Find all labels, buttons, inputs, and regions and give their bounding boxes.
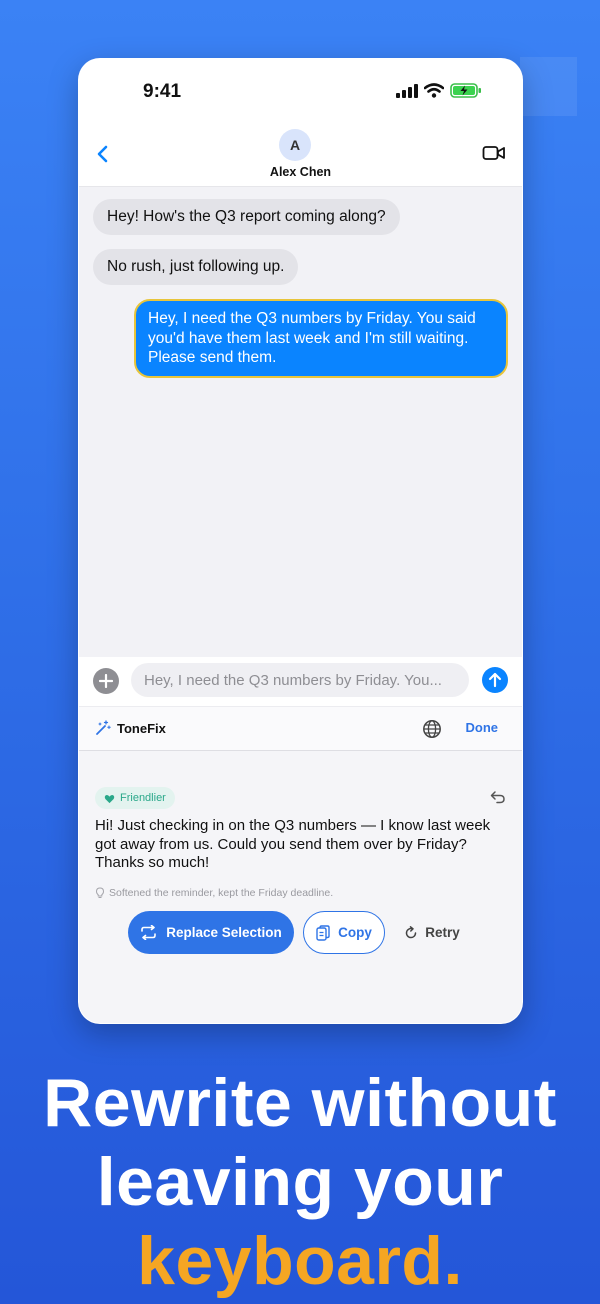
avatar[interactable]: A [279, 129, 311, 161]
arrow-up-icon [488, 672, 502, 688]
swap-icon [141, 925, 157, 940]
tonefix-brand: ToneFix [95, 720, 166, 736]
retry-icon [405, 925, 417, 938]
attach-button[interactable] [93, 668, 119, 694]
keyboard-toolbar: ToneFix Done [79, 707, 522, 751]
headline-line-2: leaving your [96, 1144, 504, 1220]
undo-button[interactable] [490, 789, 506, 805]
copy-label: Copy [338, 925, 372, 940]
done-button[interactable]: Done [466, 720, 499, 735]
replace-selection-label: Replace Selection [166, 925, 282, 940]
heart-hands-icon [104, 794, 115, 803]
message-list: Hey! How's the Q3 report coming along? N… [79, 187, 522, 657]
replace-selection-button[interactable]: Replace Selection [128, 911, 294, 954]
contact-name[interactable]: Alex Chen [79, 165, 522, 179]
rewrite-text: Hi! Just checking in on the Q3 numbers —… [95, 817, 491, 871]
message-incoming[interactable]: No rush, just following up. [93, 249, 299, 285]
plus-icon [99, 674, 113, 688]
wifi-icon [424, 83, 444, 98]
status-icons [396, 83, 482, 98]
tone-label: Friendlier [120, 792, 166, 804]
magic-wand-icon [96, 720, 111, 735]
hint: Softened the reminder, kept the Friday d… [95, 887, 333, 899]
status-bar: 9:41 [79, 59, 522, 119]
globe-icon [423, 720, 441, 738]
globe-button[interactable] [422, 719, 442, 739]
status-time: 9:41 [143, 81, 182, 102]
battery-charging-icon [450, 83, 481, 98]
video-camera-icon [482, 146, 505, 160]
headline-line-1: Rewrite without [43, 1065, 557, 1141]
brand-name: ToneFix [117, 720, 166, 736]
retry-label: Retry [425, 925, 460, 940]
lightbulb-icon [95, 887, 105, 898]
undo-icon [490, 791, 505, 804]
headline-accent: keyboard. [137, 1223, 463, 1299]
video-call-button[interactable] [482, 143, 506, 163]
chat-header: A Alex Chen [79, 123, 522, 187]
copy-button[interactable]: Copy [303, 911, 385, 954]
message-input[interactable] [131, 663, 469, 697]
message-outgoing-selected[interactable]: Hey, I need the Q3 numbers by Friday. Yo… [134, 299, 508, 378]
phone-frame: 9:41 A Alex Chen Hey! How's the Q3 repor… [78, 58, 523, 1024]
decorative-rect [520, 57, 577, 116]
retry-button[interactable]: Retry [397, 911, 467, 954]
chevron-left-icon [97, 145, 108, 163]
copy-icon [316, 924, 330, 941]
hint-text: Softened the reminder, kept the Friday d… [109, 887, 334, 899]
message-incoming[interactable]: Hey! How's the Q3 report coming along? [93, 199, 400, 235]
send-button[interactable] [482, 667, 508, 693]
headline: Rewrite without leaving your keyboard. [0, 1064, 600, 1301]
suggestion-panel: Friendlier Hi! Just checking in on the Q… [79, 751, 522, 1023]
input-bar [79, 657, 522, 707]
tone-badge: Friendlier [95, 787, 175, 809]
signal-icon [396, 83, 418, 98]
back-button[interactable] [91, 141, 115, 167]
